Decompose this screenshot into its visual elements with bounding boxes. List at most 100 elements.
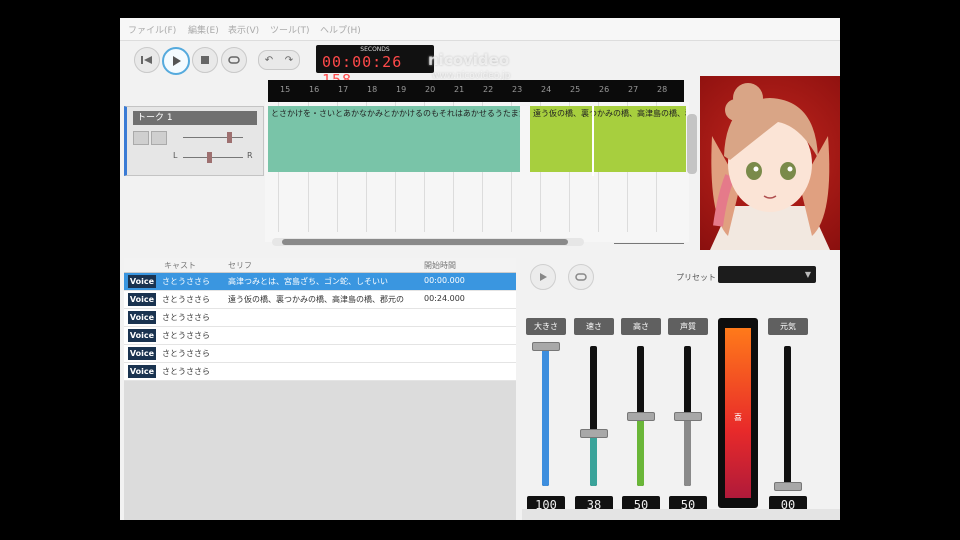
cell-cast[interactable]: さとうささら	[162, 330, 222, 341]
app-window: ファイル(F) 編集(E) 表示(V) ツール(T) ヘルプ(H) ↶ ↷ SE…	[120, 18, 840, 520]
pan-right-label: R	[247, 151, 253, 160]
loop-button[interactable]	[221, 47, 247, 73]
character-illustration	[710, 83, 830, 250]
timeline-area[interactable]: とさかけを・さいとあかなかみとかかけるのもそれはあかせるうたまたさつましかいのだ…	[265, 102, 689, 242]
playhead[interactable]	[592, 106, 594, 176]
timeline-hscrollbar[interactable]	[272, 238, 584, 246]
slider-fill-pitch	[637, 416, 644, 486]
cell-cast[interactable]: さとうささら	[162, 348, 222, 359]
mute-button[interactable]	[133, 131, 149, 145]
slider-knob-pitch[interactable]	[627, 412, 655, 421]
table-row[interactable]: Voice さとうささら	[124, 363, 516, 381]
voice-badge: Voice	[128, 293, 156, 306]
slider-knob-speed[interactable]	[580, 429, 608, 438]
table-row[interactable]: Voice さとうささら	[124, 345, 516, 363]
timeline-ruler[interactable]: 15 16 17 18 19 20 21 22 23 24 25 26 27 2…	[268, 80, 684, 102]
undo-icon[interactable]: ↶	[265, 55, 273, 66]
slider-track-speed[interactable]	[590, 346, 597, 486]
timeline-segment[interactable]: 遠う仮の橋、裏つかみの橋、高津島の橋、郡元の橋	[530, 106, 686, 172]
table-row[interactable]: Voice さとうささら 高津つみとは、宮島ざち、ゴン蛇、しそいい 00:00.…	[124, 273, 516, 291]
ruler-tick: 22	[483, 85, 494, 94]
rewind-button[interactable]	[134, 47, 160, 73]
ruler-tick: 23	[512, 85, 523, 94]
track-name[interactable]: トーク 1	[133, 111, 257, 125]
stop-button[interactable]	[192, 47, 218, 73]
slider-label-volume: 大きさ	[526, 318, 566, 335]
emotion-meter-label: 喜	[734, 413, 742, 422]
hscroll-thumb[interactable]	[282, 239, 568, 245]
cell-serif[interactable]: 高津つみとは、宮島ざち、ゴン蛇、しそいい	[228, 276, 418, 287]
header-serif[interactable]: セリフ	[228, 260, 252, 271]
redo-icon[interactable]: ↷	[285, 55, 293, 66]
emotion-meter[interactable]: 喜	[718, 318, 758, 508]
table-row[interactable]: Voice さとうささら	[124, 327, 516, 345]
menu-tools[interactable]: ツール(T)	[270, 23, 310, 36]
voice-badge: Voice	[128, 329, 156, 342]
ruler-tick: 18	[367, 85, 378, 94]
ruler-tick: 19	[396, 85, 407, 94]
track-panel: トーク 1 L R	[124, 106, 264, 176]
params-scrollbar[interactable]	[522, 509, 840, 520]
cell-cast[interactable]: さとうささら	[162, 366, 222, 377]
zoom-slider[interactable]	[614, 243, 684, 244]
preview-loop-button[interactable]	[568, 264, 594, 290]
loop-icon	[228, 56, 240, 64]
play-button[interactable]	[162, 47, 190, 75]
slider-label-speed: 速さ	[574, 318, 614, 335]
header-start[interactable]: 開始時間	[424, 260, 456, 271]
table-header: キャスト セリフ 開始時間	[124, 258, 516, 273]
preview-play-button[interactable]	[530, 264, 556, 290]
header-cast[interactable]: キャスト	[164, 260, 196, 271]
menu-file[interactable]: ファイル(F)	[128, 23, 176, 36]
timeline-segment[interactable]: とさかけを・さいとあかなかみとかかけるのもそれはあかせるうたまたさつましかいのだ	[268, 106, 520, 172]
time-counter: SECONDS 00:00:26 158	[316, 45, 434, 89]
menu-view[interactable]: 表示(V)	[228, 23, 259, 36]
pan-left-label: L	[173, 151, 178, 160]
pan-slider-track	[183, 157, 243, 158]
slider-label-tone: 声質	[668, 318, 708, 335]
ruler-tick: 28	[657, 85, 668, 94]
voice-badge: Voice	[128, 347, 156, 360]
loop-icon	[575, 273, 587, 281]
watermark-logo: nicovideo	[428, 51, 510, 69]
solo-button[interactable]	[151, 131, 167, 145]
character-portrait	[700, 76, 840, 250]
cell-cast[interactable]: さとうささら	[162, 312, 222, 323]
counter-label: SECONDS	[360, 46, 390, 53]
ruler-tick: 24	[541, 85, 552, 94]
voice-parameters-panel: プリセット ▼ 大きさ 100 速さ 38 高さ 50 声質 50 喜 元気 0…	[522, 258, 840, 520]
preset-dropdown[interactable]: ▼	[718, 266, 816, 283]
undo-redo-group: ↶ ↷	[258, 50, 300, 70]
rewind-icon	[141, 56, 152, 64]
cell-cast[interactable]: さとうささら	[162, 294, 222, 305]
voice-badge: Voice	[128, 365, 156, 378]
dialogue-table: キャスト セリフ 開始時間 Voice さとうささら 高津つみとは、宮島ざち、ゴ…	[124, 258, 516, 520]
table-row[interactable]: Voice さとうささら 遠う仮の橋、裏つかみの橋、高津島の橋、郡元の 00:2…	[124, 291, 516, 309]
slider-knob-genki[interactable]	[774, 482, 802, 491]
cell-start[interactable]: 00:24.000	[424, 294, 512, 303]
slider-knob-volume[interactable]	[532, 342, 560, 351]
cell-cast[interactable]: さとうささら	[162, 276, 222, 287]
volume-slider-knob[interactable]	[227, 132, 232, 143]
table-row[interactable]: Voice さとうささら	[124, 309, 516, 327]
ruler-tick: 25	[570, 85, 581, 94]
preset-label: プリセット	[676, 273, 716, 282]
ruler-tick: 15	[280, 85, 291, 94]
slider-label-pitch: 高さ	[621, 318, 661, 335]
menu-bar: ファイル(F) 編集(E) 表示(V) ツール(T) ヘルプ(H)	[120, 18, 840, 41]
slider-track-volume[interactable]	[542, 346, 549, 486]
menu-edit[interactable]: 編集(E)	[188, 23, 219, 36]
cell-serif[interactable]: 遠う仮の橋、裏つかみの橋、高津島の橋、郡元の	[228, 294, 418, 305]
pan-slider-knob[interactable]	[207, 152, 212, 163]
ruler-tick: 26	[599, 85, 610, 94]
volume-slider-track	[183, 137, 243, 138]
cell-start[interactable]: 00:00.000	[424, 276, 512, 285]
slider-track-genki[interactable]	[784, 346, 791, 486]
play-icon	[173, 56, 181, 66]
slider-knob-tone[interactable]	[674, 412, 702, 421]
timeline-vscrollbar[interactable]	[687, 114, 697, 174]
counter-main: 00:00:26	[322, 53, 403, 71]
play-icon	[540, 273, 547, 281]
menu-help[interactable]: ヘルプ(H)	[320, 23, 361, 36]
ruler-tick: 21	[454, 85, 465, 94]
